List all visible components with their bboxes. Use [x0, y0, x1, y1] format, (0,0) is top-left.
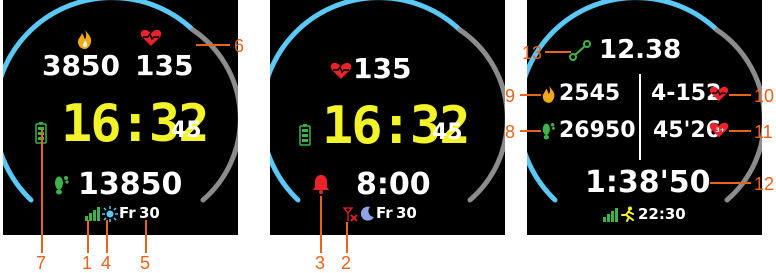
callout-8: 8: [505, 122, 516, 142]
callout-lines: [41, 44, 751, 253]
callout-12: 12: [754, 174, 775, 194]
callout-4: 4: [101, 253, 112, 273]
callout-9: 9: [505, 86, 516, 106]
callout-3: 3: [315, 253, 326, 273]
callout-11: 11: [754, 122, 773, 142]
callout-13: 13: [522, 43, 543, 63]
callout-5: 5: [140, 253, 151, 273]
callout-2: 2: [341, 253, 352, 273]
callout-10: 10: [754, 86, 775, 106]
callout-1: 1: [82, 253, 93, 273]
callout-7: 7: [36, 253, 47, 273]
callout-6: 6: [234, 36, 245, 56]
watch-faces-diagram: 3850 135 16:32 45 13850 Fr 30 135 16:32 …: [0, 0, 776, 273]
